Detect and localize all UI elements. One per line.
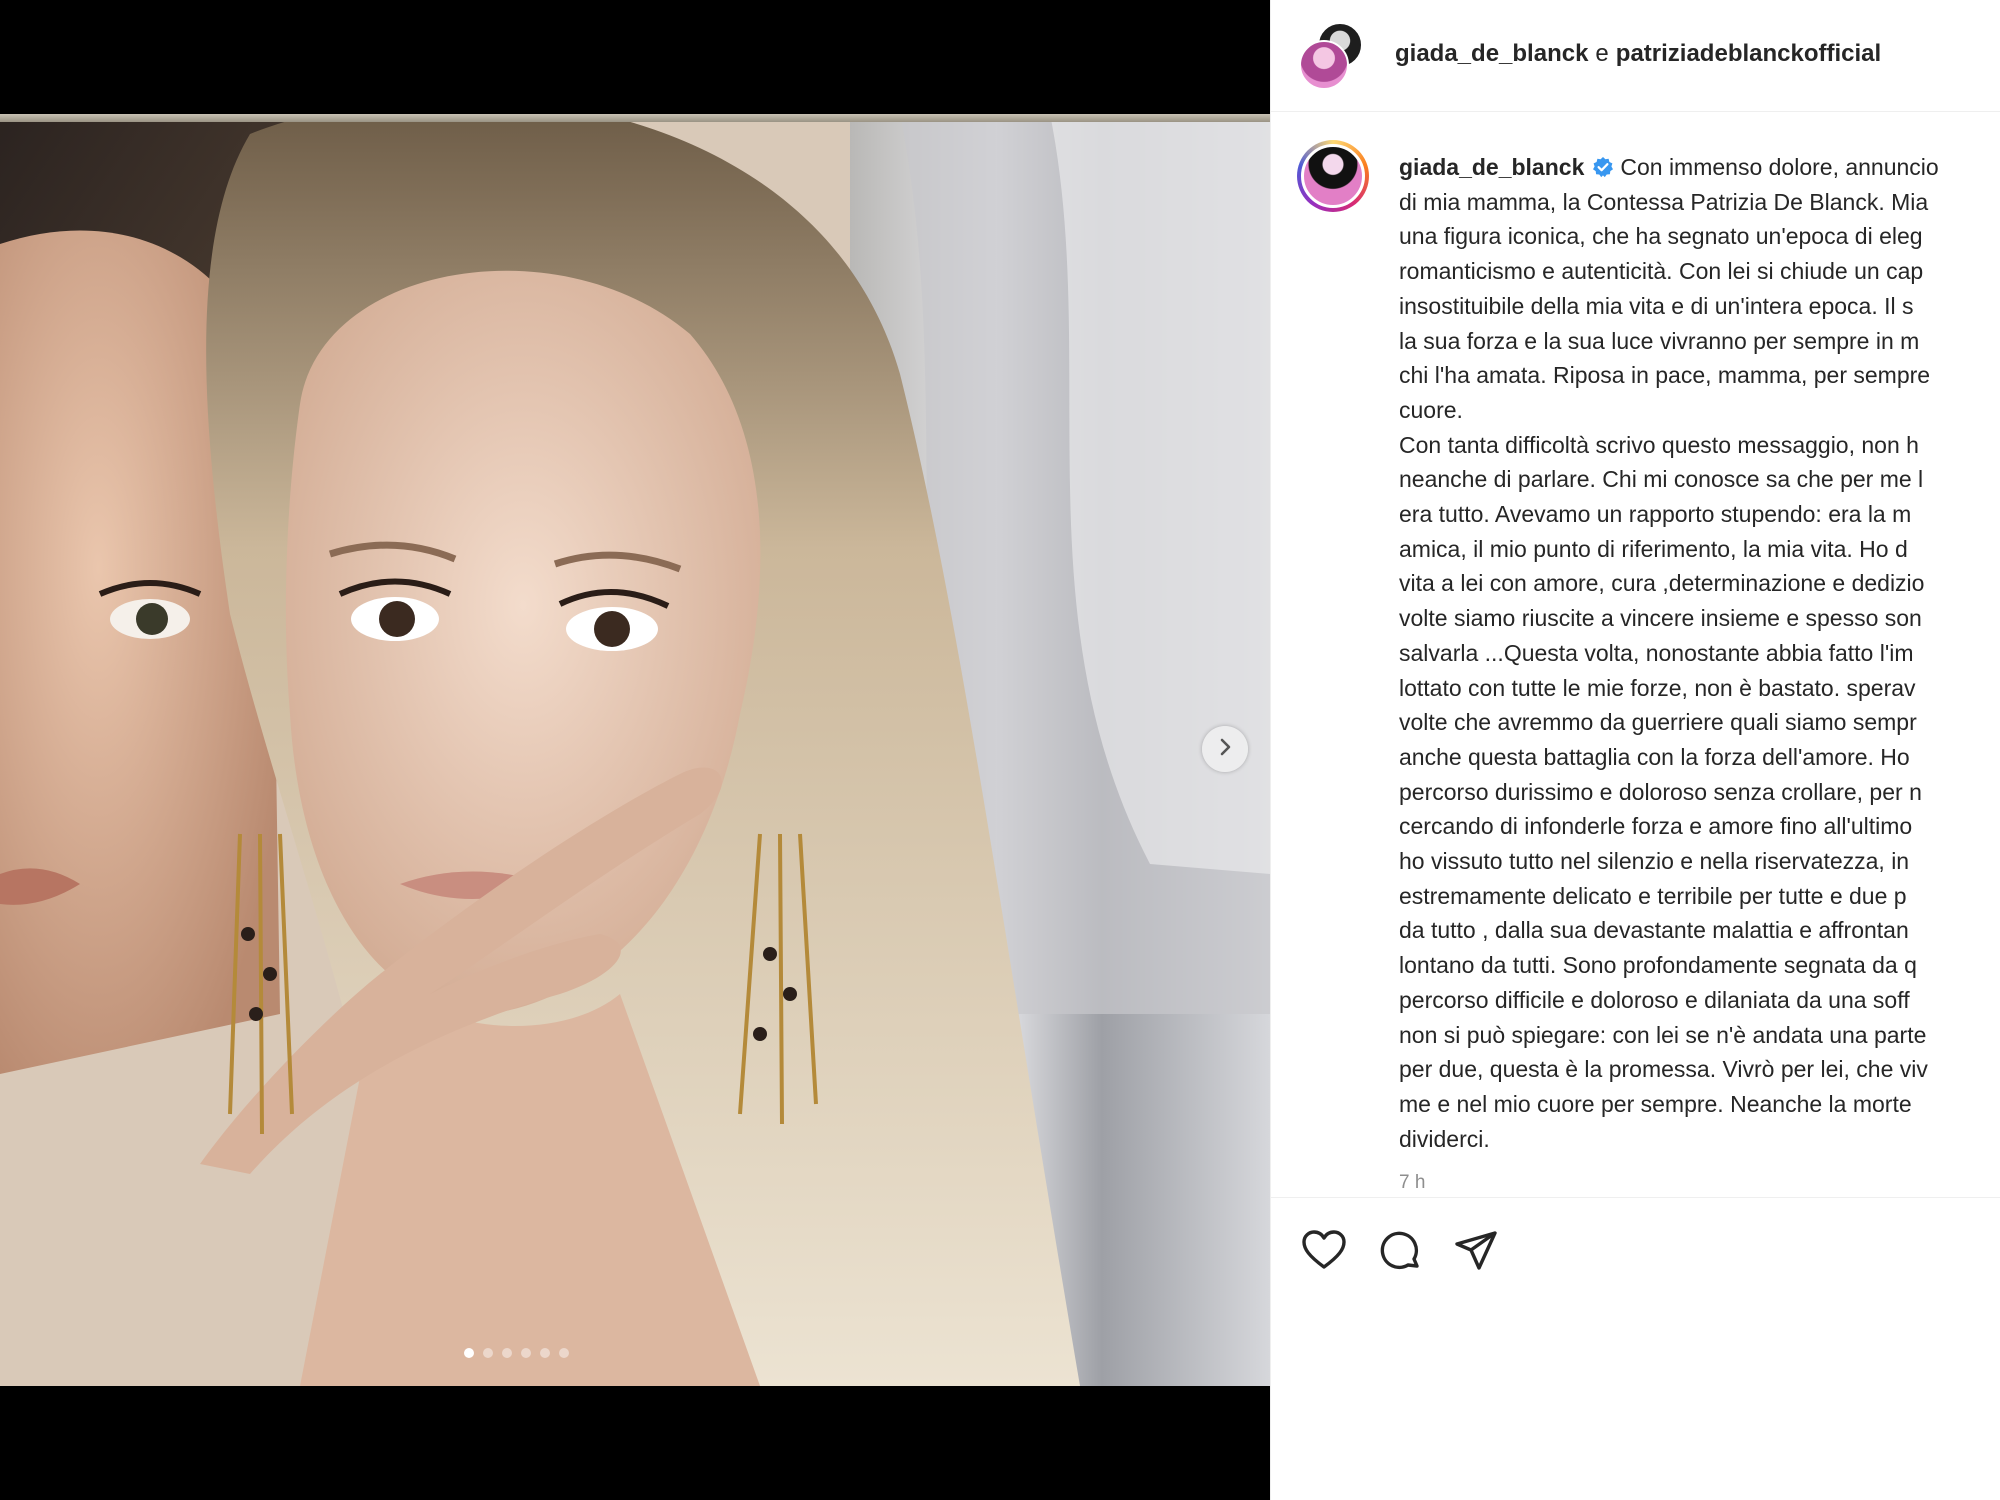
caption-line: cercando di infonderle forza e amore fin… (1399, 813, 1913, 840)
caption-line: ho vissuto tutto nel silenzio e nella ri… (1399, 848, 1910, 875)
carousel-dot (540, 1348, 550, 1358)
paper-plane-icon (1451, 1231, 1501, 1280)
caption-first-line: Con immenso dolore, annuncio (1620, 154, 1939, 180)
caption-line: lontano da tutti. Sono profondamente seg… (1399, 952, 1917, 979)
caption-line: era tutto. Avevamo un rapporto stupendo:… (1399, 501, 1912, 528)
caption-line: Con tanta difficoltà scrivo questo messa… (1399, 431, 1919, 458)
caption-line: romanticismo e autenticità. Con lei si c… (1399, 258, 1924, 285)
post-timestamp[interactable]: 7 h (1399, 1172, 1425, 1194)
heart-icon (1299, 1230, 1349, 1280)
caption-line: da tutto , dalla sua devastante malattia… (1399, 917, 1909, 944)
post-photo (0, 114, 1270, 1386)
carousel-dot (483, 1348, 493, 1358)
carousel-dot (521, 1348, 531, 1358)
caption-line: la sua forza e la sua luce vivranno per … (1399, 327, 1920, 354)
post-header: giada_de_blanck e patriziadeblanckofficial (1271, 0, 2000, 112)
username-link[interactable]: patriziadeblanckofficial (1616, 40, 1881, 67)
avatar[interactable] (1299, 40, 1349, 90)
chevron-right-icon (1215, 737, 1235, 762)
post-panel: giada_de_blanck e patriziadeblanckofficial… (1270, 0, 2000, 1500)
caption-line: per due, questa è la promessa. Vivrò per… (1399, 1056, 1928, 1083)
photo-border (0, 114, 1270, 122)
caption-line: percorso durissimo e doloroso senza crol… (1399, 778, 1922, 805)
caption-line: dividerci. (1399, 1125, 1490, 1152)
caption-line: lottato con tutte le mie forze, non è ba… (1399, 674, 1916, 701)
caption-line: salvarla ...Questa volta, nonostante abb… (1399, 639, 1914, 666)
caption-line: me e nel mio cuore per sempre. Neanche l… (1399, 1090, 1912, 1117)
caption-line: non si può spiegare: con lei se n'è anda… (1399, 1021, 1927, 1048)
caption-text: giada_de_blanck Con immenso dolore, annun… (1399, 150, 2000, 1156)
conjunction-text: e (1595, 40, 1609, 67)
carousel-dot (502, 1348, 512, 1358)
caption-username[interactable]: giada_de_blanck (1399, 154, 1584, 180)
share-button[interactable] (1451, 1226, 1501, 1276)
username-link[interactable]: giada_de_blanck (1395, 40, 1588, 67)
caption-line: chi l'ha amata. Riposa in pace, mamma, p… (1399, 362, 1931, 389)
collaborator-avatars[interactable] (1299, 22, 1365, 90)
caption-line: anche questa battaglia con la forza dell… (1399, 743, 1910, 770)
action-bar (1271, 1197, 2000, 1307)
comment-button[interactable] (1375, 1226, 1425, 1276)
verified-badge-icon (1592, 153, 1614, 178)
caption-line: una figura iconica, che ha segnato un'ep… (1399, 223, 1923, 250)
collaborator-names: giada_de_blanck e patriziadeblanckofficial (1395, 40, 1881, 68)
comment-icon (1375, 1231, 1425, 1280)
carousel-next-button[interactable] (1202, 726, 1248, 772)
caption-line: percorso difficile e doloroso e dilaniat… (1399, 986, 1910, 1013)
carousel-indicator (464, 1348, 569, 1358)
carousel-dot (559, 1348, 569, 1358)
avatar[interactable] (1297, 140, 1369, 212)
caption-line: vita a lei con amore, cura ,determinazio… (1399, 570, 1925, 597)
like-button[interactable] (1299, 1226, 1349, 1276)
caption-line: cuore. (1399, 396, 1463, 423)
caption-line: volte siamo riuscite a vincere insieme e… (1399, 605, 1922, 632)
caption-line: estremamente delicato e terribile per tu… (1399, 882, 1907, 909)
caption-line: di mia mamma, la Contessa Patrizia De Bl… (1399, 188, 1929, 215)
caption-line: giada_de_blanck Con immenso dolore, annun… (1399, 150, 2000, 185)
caption-line: neanche di parlare. Chi mi conosce sa ch… (1399, 466, 1924, 493)
caption-section: giada_de_blanck Con immenso dolore, annun… (1271, 112, 2000, 1197)
media-pane (0, 0, 1270, 1500)
caption-line: volte che avremmo da guerriere quali sia… (1399, 709, 1917, 736)
caption-line: insostituibile della mia vita e di un'in… (1399, 292, 1914, 319)
carousel-dot (464, 1348, 474, 1358)
caption-line: amica, il mio punto di riferimento, la m… (1399, 535, 1908, 562)
